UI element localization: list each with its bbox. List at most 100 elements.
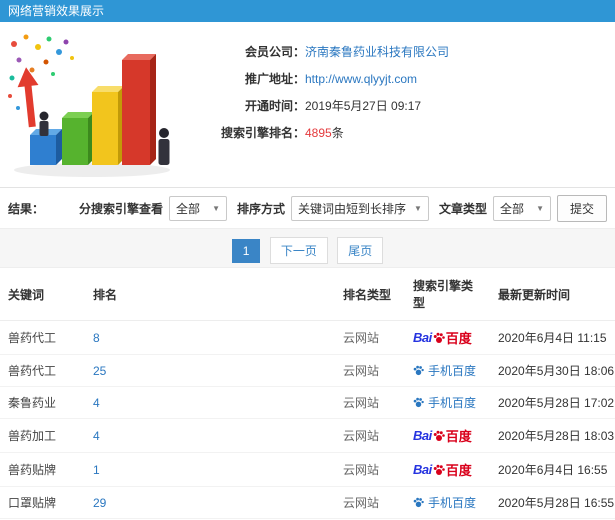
rank-link[interactable]: 8 [93,331,100,345]
article-type-select[interactable]: 全部 ▼ [492,195,551,221]
rank-link[interactable]: 25 [93,364,106,378]
mobile-baidu-text: 手机百度 [428,364,477,378]
url-label: 推广地址： [244,72,305,86]
baidu-cn-text: 百度 [445,429,472,444]
rank-count-unit: 条 [331,126,344,140]
engine-cell: 手机百度 [405,486,490,519]
table-row: 秦鲁药业 4 云网站 手机百度 2020年5月28日 17:02 [0,386,615,419]
table-row: 兽药代工 25 云网站 手机百度 2020年5月30日 18:06 [0,354,615,387]
update-time-cell: 2020年5月28日 17:02 [490,386,615,419]
sort-select-value: 关键词由短到长排序 [298,201,407,216]
rank-link[interactable]: 1 [93,463,100,477]
paw-icon [413,365,424,376]
results-table: 关键词 排名 排名类型 搜索引擎类型 最新更新时间 兽药代工 8 云网站 Bai 百度 2… [0,268,615,520]
info-section: 会员公司： 济南秦鲁药业科技有限公司 推广地址： http://www.qlyy… [0,22,615,188]
rank-count-row: 搜索引擎排名： 4895条 [180,119,615,146]
opened-time: 2019年5月27日 09:17 [305,99,422,113]
engine-filter-label: 分搜索引擎查看 [79,201,164,216]
bar-chart-clipart [0,30,180,181]
rank-type-cell: 云网站 [335,418,405,453]
mobile-baidu-logo: 手机百度 [413,394,476,411]
sort-select[interactable]: 关键词由短到长排序 ▼ [291,195,429,221]
baidu-logo: Bai 百度 [413,328,472,347]
update-time-cell: 2020年6月4日 16:55 [490,452,615,487]
paw-icon [413,397,424,408]
page-number-current[interactable]: 1 [231,239,261,263]
engine-select[interactable]: 全部 ▼ [169,195,228,221]
baidu-logo: Bai 百度 [413,460,472,479]
submit-button[interactable]: 提交 [556,194,607,222]
opened-label: 开通时间： [244,99,305,113]
engine-cell: Bai 百度 [405,418,490,453]
engine-cell: Bai 百度 [405,452,490,487]
table-row: 兽药加工 4 云网站 Bai 百度 2020年5月28日 18:03 [0,418,615,453]
member-info: 会员公司： 济南秦鲁药业科技有限公司 推广地址： http://www.qlyy… [180,30,615,181]
rank-cell: 4 [85,418,335,453]
header-update-time: 最新更新时间 [490,268,615,321]
mobile-baidu-logo: 手机百度 [413,362,476,379]
url-row: 推广地址： http://www.qlyyjt.com [180,65,615,92]
promo-url-link[interactable]: http://www.qlyyjt.com [305,72,417,86]
rank-type-cell: 云网站 [335,320,405,355]
update-time-cell: 2020年5月30日 18:06 [490,354,615,387]
keyword-cell: 秦鲁药业 [0,386,85,419]
rank-link[interactable]: 4 [93,396,100,410]
engine-cell: 手机百度 [405,354,490,387]
result-label: 结果： [8,201,45,216]
keyword-cell: 兽药加工 [0,418,85,453]
page-title: 网络营销效果展示 [8,4,105,18]
engine-select-value: 全部 [176,201,201,216]
rank-type-cell: 云网站 [335,452,405,487]
table-row: 兽药代工 8 云网站 Bai 百度 2020年6月4日 11:15 [0,320,615,355]
article-type-value: 全部 [499,201,524,216]
table-header-row: 关键词 排名 排名类型 搜索引擎类型 最新更新时间 [0,268,615,321]
baidu-cn-text: 百度 [445,463,472,478]
header-rank-type: 排名类型 [335,268,405,321]
paw-icon [433,464,445,475]
rank-type-cell: 云网站 [335,486,405,519]
rank-type-cell: 云网站 [335,354,405,387]
chevron-down-icon: ▼ [536,203,544,213]
header-engine-type: 搜索引擎类型 [405,268,490,321]
update-time-cell: 2020年6月4日 11:15 [490,320,615,355]
baidu-cn-text: 百度 [445,331,472,346]
mobile-baidu-logo: 手机百度 [413,494,476,511]
results-tbody: 兽药代工 8 云网站 Bai 百度 2020年6月4日 11:15 兽药代工 25 云网站 手机百… [0,320,615,520]
header-keyword: 关键词 [0,268,85,321]
sort-filter-label: 排序方式 [237,201,286,216]
mobile-baidu-text: 手机百度 [428,396,477,410]
rank-type-cell: 云网站 [335,386,405,419]
rank-count-label: 搜索引擎排名： [220,126,305,140]
baidu-logo: Bai 百度 [413,426,472,445]
baidu-latin-text: Bai [413,428,432,443]
page: 网络营销效果展示 会员公司： 济南秦鲁药业科技有限公司 推广地址： http:/… [0,0,615,520]
company-row: 会员公司： 济南秦鲁药业科技有限公司 [180,38,615,65]
mobile-baidu-text: 手机百度 [428,496,477,510]
company-label: 会员公司： [244,45,305,59]
rank-link[interactable]: 29 [93,496,106,510]
rank-cell: 29 [85,486,335,519]
next-page-button[interactable]: 下一页 [269,237,328,264]
chevron-down-icon: ▼ [212,203,221,213]
article-type-label: 文章类型 [438,201,487,216]
rank-count-value: 4895 [305,126,332,140]
engine-cell: 手机百度 [405,386,490,419]
company-link[interactable]: 济南秦鲁药业科技有限公司 [305,43,449,60]
rank-cell: 25 [85,354,335,387]
engine-cell: Bai 百度 [405,320,490,355]
chevron-down-icon: ▼ [414,203,422,213]
rank-cell: 1 [85,452,335,487]
rank-cell: 8 [85,320,335,355]
rank-link[interactable]: 4 [93,429,100,443]
pagination: 1 下一页 尾页 [0,228,615,268]
last-page-button[interactable]: 尾页 [337,237,384,264]
filter-bar: 结果： 分搜索引擎查看 全部 ▼ 排序方式 关键词由短到长排序 ▼ 文章类型 全… [0,188,615,228]
titlebar: 网络营销效果展示 [0,0,615,22]
baidu-latin-text: Bai [413,330,432,345]
header-rank: 排名 [85,268,335,321]
table-row: 兽药贴牌 1 云网站 Bai 百度 2020年6月4日 16:55 [0,452,615,487]
opened-row: 开通时间： 2019年5月27日 09:17 [180,92,615,119]
update-time-cell: 2020年5月28日 18:03 [490,418,615,453]
update-time-cell: 2020年5月28日 16:55 [490,486,615,519]
bar-chart-clipart-svg [8,34,170,177]
